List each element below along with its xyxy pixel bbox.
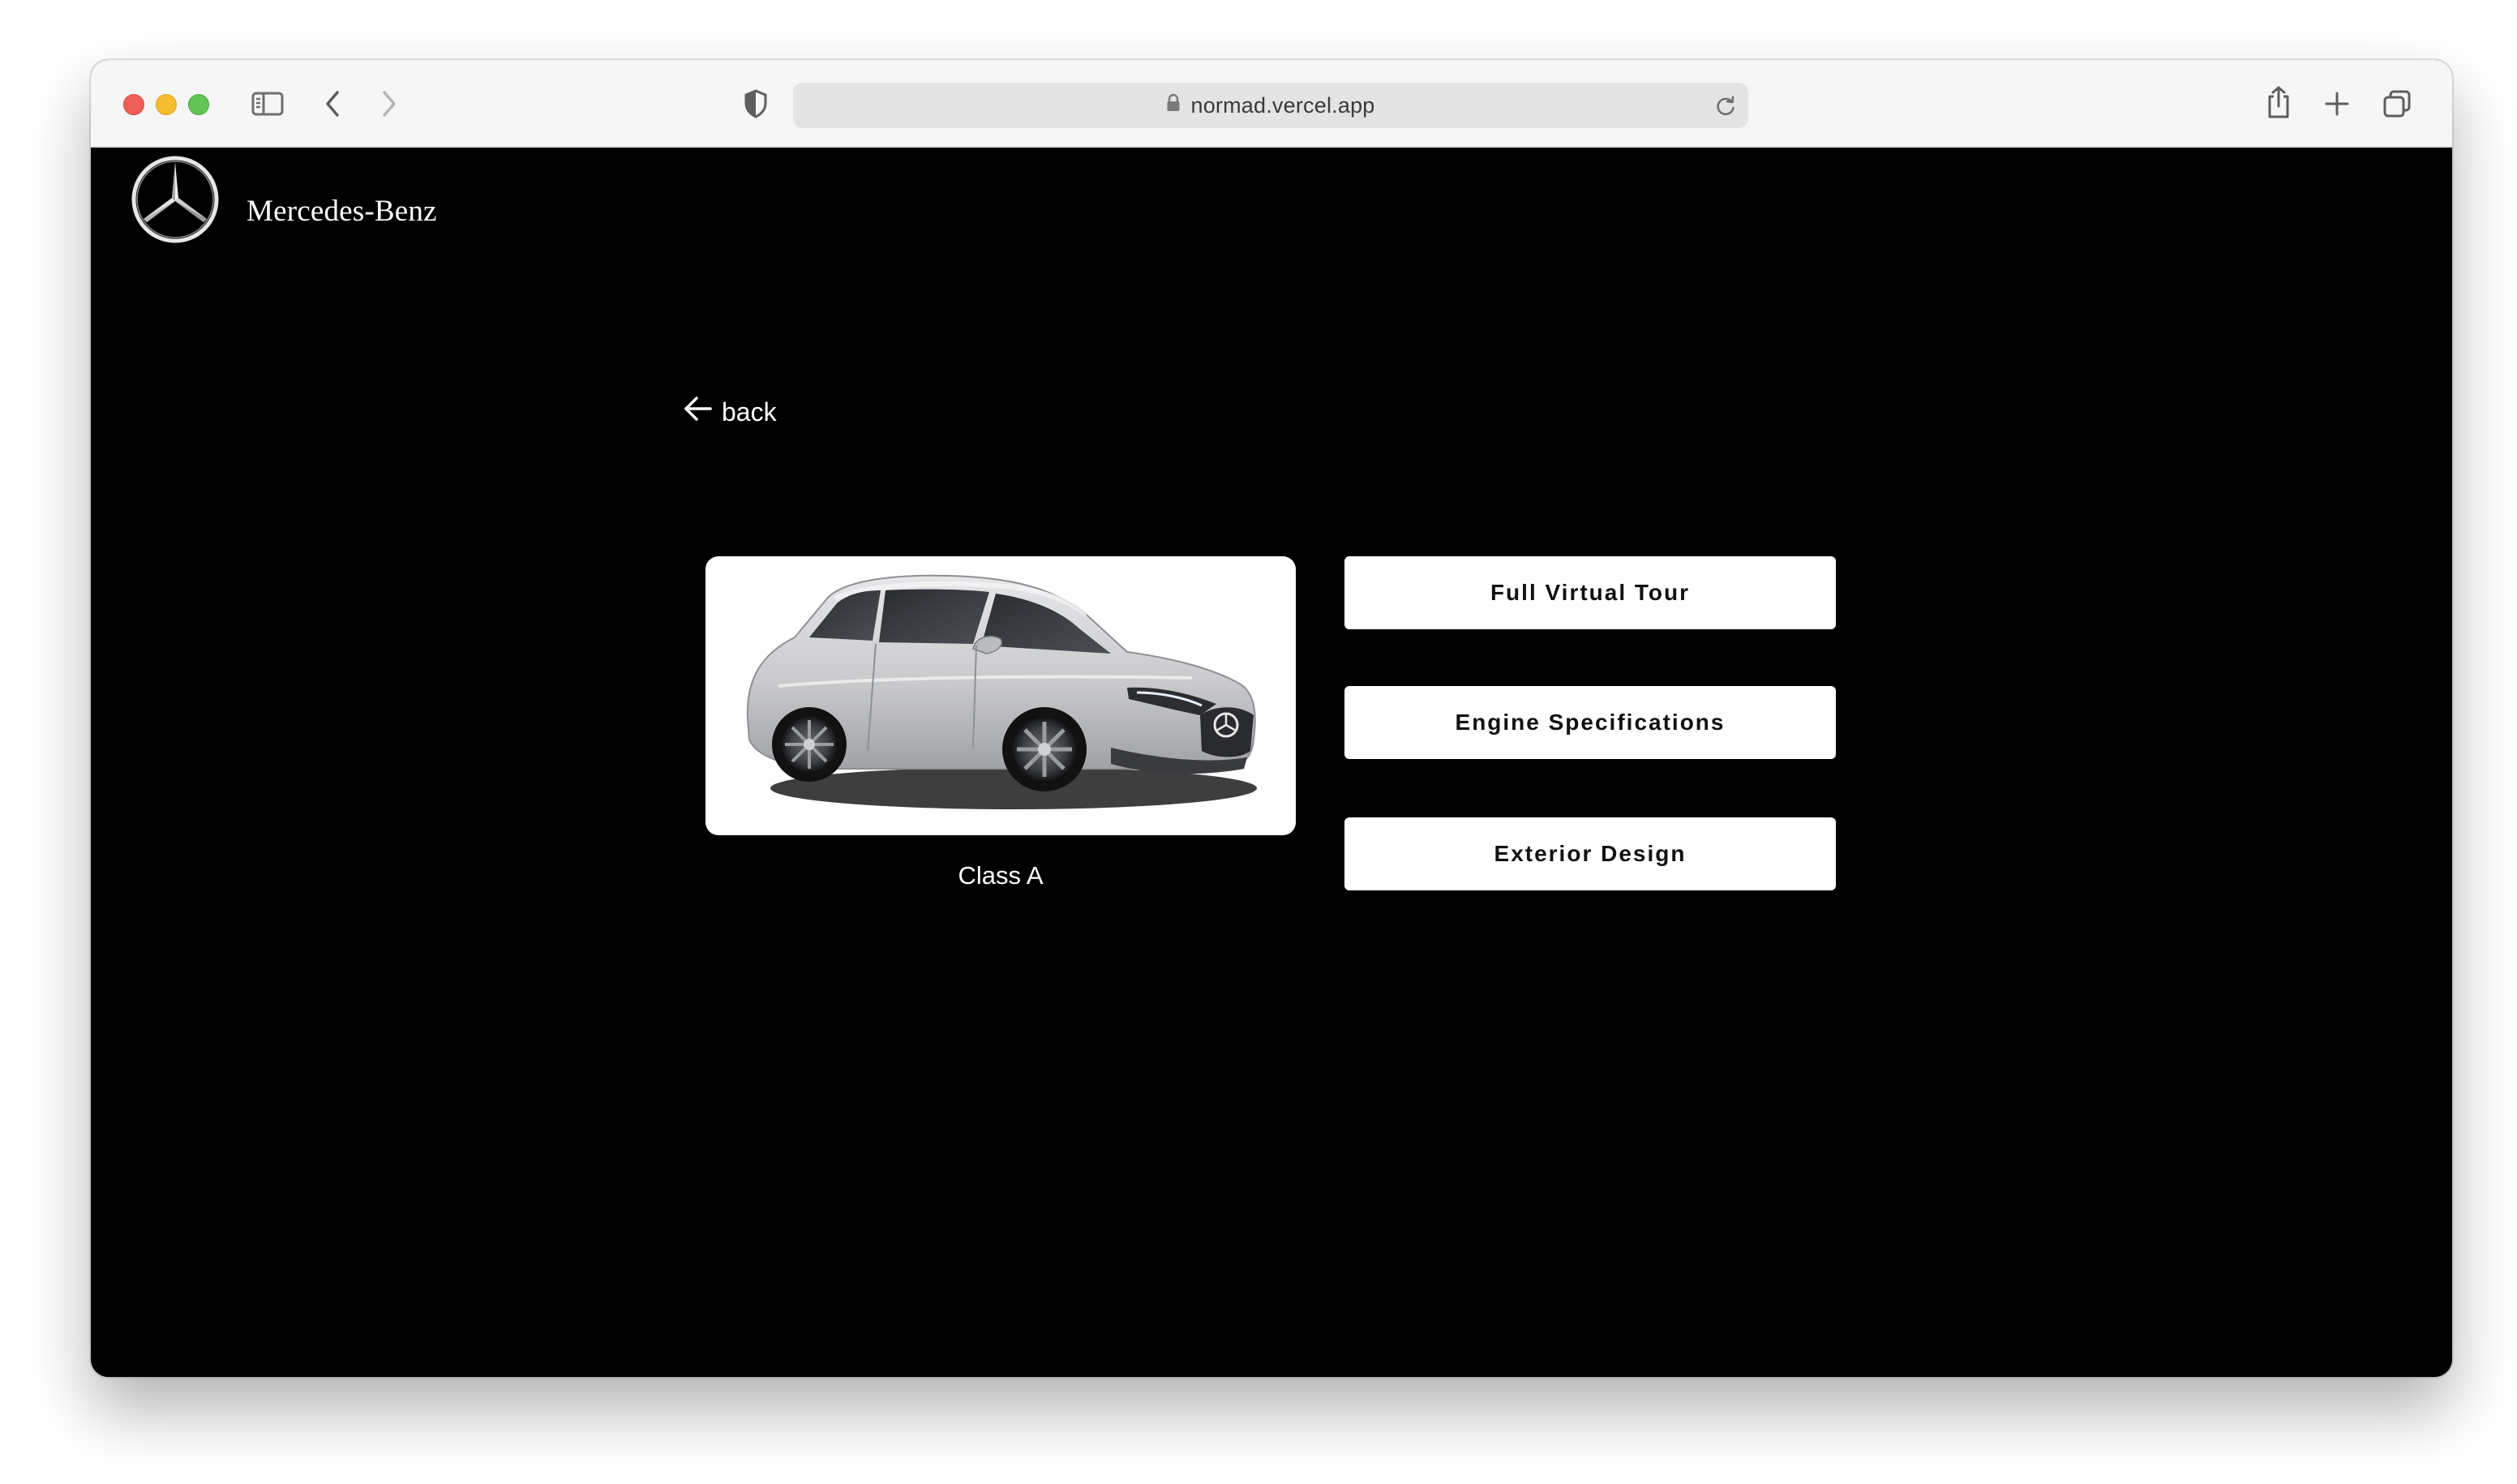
sidebar-toggle-icon[interactable] — [250, 89, 285, 118]
mercedes-star-icon — [130, 154, 221, 249]
arrow-left-icon — [681, 392, 714, 431]
exterior-design-button[interactable]: Exterior Design — [1344, 817, 1836, 890]
car-image — [746, 574, 1257, 809]
url-text: normad.vercel.app — [1190, 92, 1375, 118]
car-model-label: Class A — [958, 861, 1044, 890]
brand-name: Mercedes-Benz — [247, 195, 437, 228]
page-content: Mercedes-Benz back Class A Full Virtual … — [91, 148, 2452, 1377]
lock-icon — [1166, 93, 1181, 118]
reload-icon[interactable] — [1711, 91, 1740, 120]
full-virtual-tour-button[interactable]: Full Virtual Tour — [1344, 556, 1836, 629]
engine-specifications-button[interactable]: Engine Specifications — [1344, 686, 1836, 759]
privacy-shield-icon[interactable] — [740, 88, 772, 120]
car-image-card[interactable] — [705, 556, 1296, 835]
browser-forward-icon[interactable] — [376, 88, 402, 120]
window-minimize-button[interactable] — [156, 94, 177, 115]
address-bar[interactable]: normad.vercel.app — [793, 83, 1748, 128]
browser-back-icon[interactable] — [319, 88, 345, 120]
tab-overview-icon[interactable] — [2381, 88, 2413, 120]
back-link[interactable]: back — [681, 392, 777, 431]
brand-header[interactable]: Mercedes-Benz — [130, 154, 437, 249]
new-tab-icon[interactable] — [2321, 88, 2353, 120]
window-close-button[interactable] — [123, 94, 144, 115]
browser-window: normad.vercel.app Mercedes-Benz back Cla… — [91, 60, 2452, 1377]
browser-toolbar: normad.vercel.app — [91, 60, 2452, 148]
window-maximize-button[interactable] — [188, 94, 209, 115]
share-icon[interactable] — [2262, 83, 2295, 122]
back-label: back — [722, 397, 777, 427]
